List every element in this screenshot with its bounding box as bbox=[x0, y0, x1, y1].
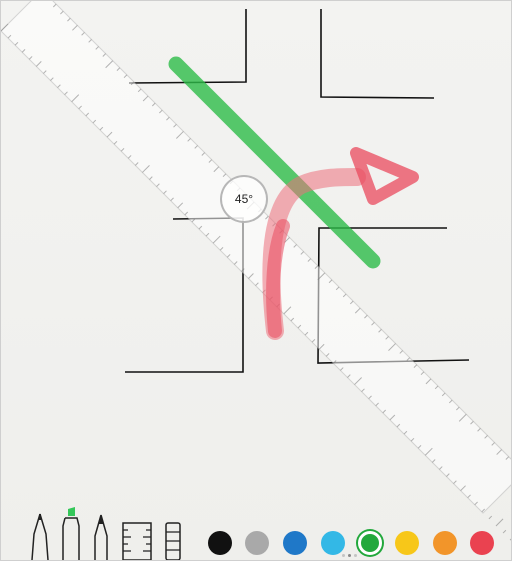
drawing-canvas[interactable]: 45° bbox=[0, 0, 512, 561]
drawing-layer bbox=[1, 1, 512, 554]
page-dot bbox=[342, 554, 345, 557]
page-dot bbox=[354, 554, 357, 557]
color-swatch-yellow[interactable] bbox=[395, 531, 419, 555]
marker-icon[interactable] bbox=[59, 506, 83, 560]
pen-icon[interactable] bbox=[29, 512, 51, 560]
pencil-icon[interactable] bbox=[91, 512, 111, 560]
color-swatch-blue[interactable] bbox=[283, 531, 307, 555]
color-swatch-red[interactable] bbox=[470, 531, 494, 555]
ink-line-top-right bbox=[320, 9, 435, 99]
angle-indicator: 45° bbox=[220, 175, 268, 223]
markup-toolbar bbox=[1, 504, 511, 560]
ruler-icon[interactable] bbox=[121, 522, 153, 560]
ruler-overlay[interactable] bbox=[1, 1, 512, 554]
color-swatch-orange[interactable] bbox=[433, 531, 457, 555]
eraser-icon[interactable] bbox=[163, 522, 183, 560]
color-swatch-gray[interactable] bbox=[245, 531, 269, 555]
page-dot bbox=[348, 554, 351, 557]
color-swatch-black[interactable] bbox=[208, 531, 232, 555]
color-swatch-green[interactable] bbox=[358, 531, 382, 555]
page-indicator bbox=[342, 554, 357, 557]
angle-label: 45° bbox=[234, 192, 254, 206]
color-swatch-light-blue[interactable] bbox=[321, 531, 345, 555]
